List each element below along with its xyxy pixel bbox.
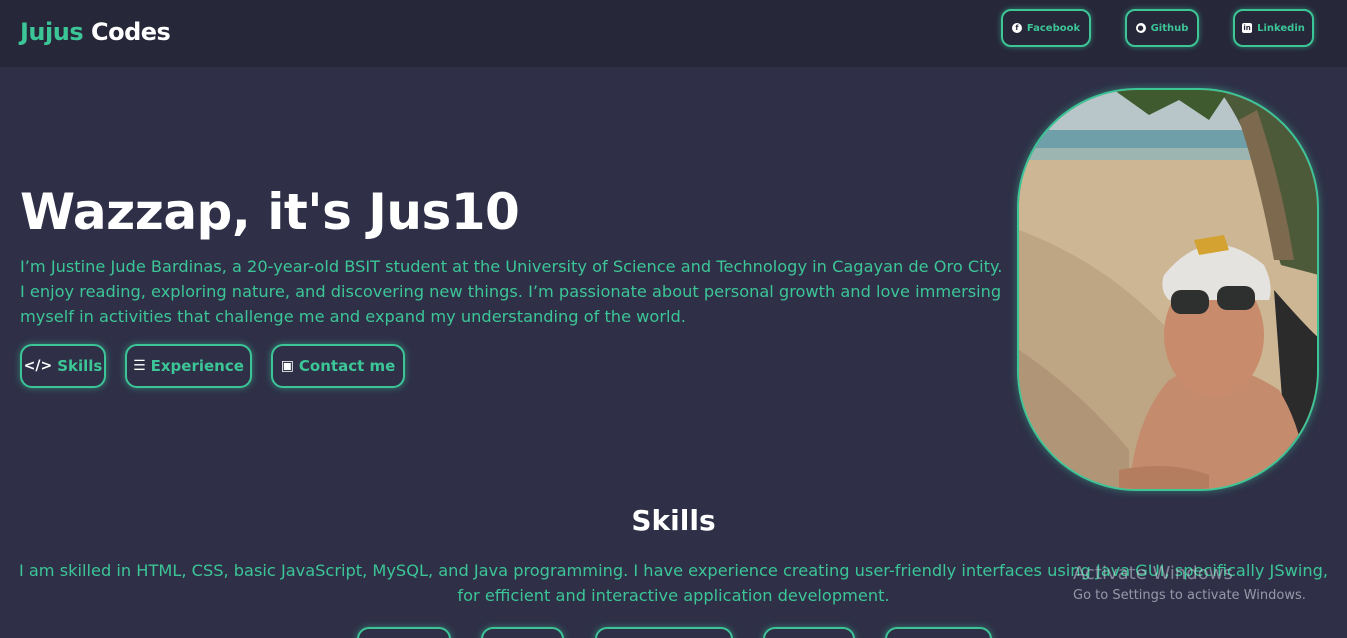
contact-card-icon: ▣ [280,358,294,374]
skills-title: Skills [631,504,716,537]
brand-logo[interactable]: Jujus Codes [20,18,171,46]
contact-button-label: Contact me [298,357,396,375]
github-button[interactable]: ● Github [1125,9,1199,47]
list-check-icon: ☰ [133,358,146,374]
code-icon: </> [23,358,53,374]
github-label: Github [1150,22,1189,34]
facebook-icon: f [1011,23,1022,33]
navbar: Jujus Codes f Facebook ● Github in Linke… [0,0,1347,67]
brand-rest: Codes [90,18,171,46]
activate-windows-subtitle: Go to Settings to activate Windows. [1073,588,1306,603]
activate-windows-title: Activate Windows [1073,563,1233,584]
linkedin-label: Linkedin [1257,22,1305,34]
hero-description: I’m Justine Jude Bardinas, a 20-year-old… [20,257,1003,326]
profile-photo [1017,88,1319,491]
brand-accent: Jujus [20,18,84,46]
linkedin-icon: in [1242,23,1253,33]
skill-chip[interactable] [763,627,855,638]
contact-button[interactable]: ▣ Contact me [271,344,405,388]
github-icon: ● [1135,23,1146,33]
experience-button[interactable]: ☰ Experience [125,344,252,388]
facebook-label: Facebook [1026,22,1081,34]
skills-button[interactable]: </> Skills [20,344,106,388]
skill-chip[interactable] [885,627,992,638]
skill-chip[interactable] [357,627,451,638]
hero-title: Wazzap, it's Jus10 [20,183,520,241]
experience-button-label: Experience [150,357,244,375]
skill-chip[interactable] [481,627,564,638]
facebook-button[interactable]: f Facebook [1001,9,1091,47]
skills-button-label: Skills [57,357,103,375]
linkedin-button[interactable]: in Linkedin [1233,9,1314,47]
skill-chip[interactable] [595,627,733,638]
